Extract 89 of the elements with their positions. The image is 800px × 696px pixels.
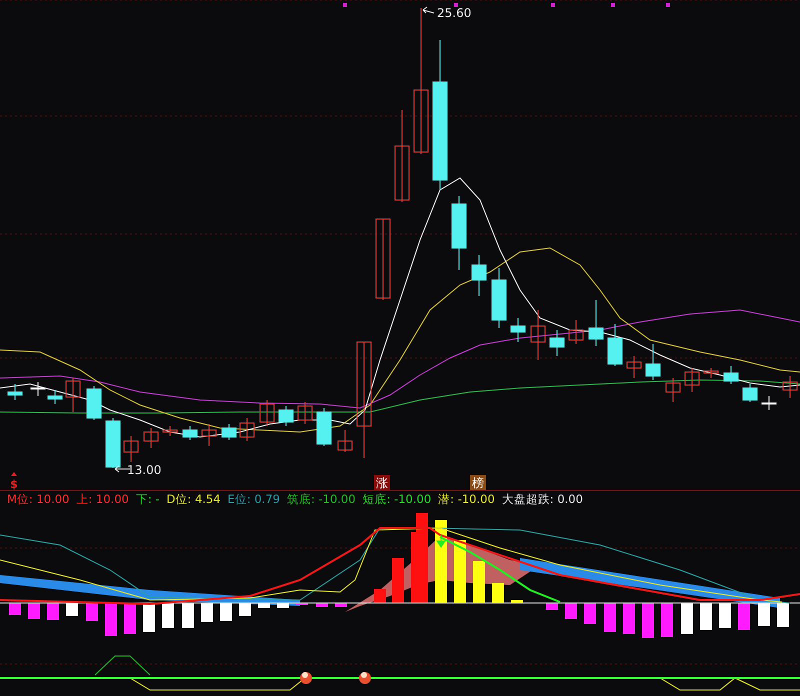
candlestick (260, 400, 274, 426)
legend-item: M位: 10.00 (7, 492, 70, 506)
candlestick (66, 378, 80, 412)
histogram-bar (473, 561, 485, 603)
candlestick (666, 378, 680, 402)
candlestick (48, 390, 62, 404)
candlestick (222, 424, 236, 440)
histogram-bar (681, 603, 693, 634)
histogram-bar (66, 603, 78, 616)
histogram-bar (454, 540, 466, 603)
candlestick (162, 426, 178, 436)
candlestick (30, 382, 46, 396)
histogram-bar (758, 603, 770, 626)
histogram-bar (335, 603, 347, 607)
down-arrow-icon (436, 534, 446, 548)
candlestick (782, 376, 798, 398)
caret-icon (11, 472, 17, 476)
low-price-label: 13.00 (127, 463, 162, 477)
histogram-bar (105, 603, 117, 636)
legend-item: E位: 0.79 (228, 492, 280, 506)
histogram-bar (642, 603, 654, 638)
candlestick (182, 426, 198, 440)
candlestick (8, 384, 22, 400)
signal-badge: 榜 (470, 475, 486, 490)
candlestick (202, 424, 216, 446)
histogram-bar (28, 603, 40, 619)
histogram-bar (201, 603, 213, 622)
candlestick (684, 368, 700, 392)
candlestick (704, 368, 718, 378)
legend-item: D位: 4.54 (166, 492, 221, 506)
histogram-bar (124, 603, 136, 634)
histogram-bar (492, 583, 504, 603)
histogram-bar (220, 603, 232, 621)
histogram-bar (182, 603, 194, 628)
histogram-bar (277, 603, 289, 608)
histogram-bar (661, 603, 673, 637)
candlestick (124, 436, 138, 462)
legend-item: 上: 10.00 (76, 492, 129, 506)
histogram-bar (316, 603, 328, 607)
histogram-bar (700, 603, 712, 630)
signal-badge: 涨 (374, 475, 390, 490)
candlestick (86, 386, 102, 420)
histogram-bar (511, 600, 523, 603)
signal-marker: $ (10, 478, 18, 490)
arrow-icon (422, 6, 434, 14)
candlestick (240, 418, 254, 442)
legend-item: 大盘超跌: 0.00 (502, 492, 583, 506)
histogram-bar (47, 603, 59, 620)
histogram-bar (604, 603, 616, 632)
histogram-bar (86, 603, 98, 621)
candlestick (106, 418, 120, 468)
candlestick (608, 324, 622, 366)
candlestick (338, 430, 352, 452)
histogram-bar (374, 589, 386, 603)
candlestick (724, 366, 738, 384)
histogram-bar (162, 603, 174, 628)
candlestick (278, 406, 294, 426)
histogram-bar (143, 603, 155, 632)
candlestick (144, 428, 158, 448)
ball-icon (359, 672, 371, 684)
candlestick (762, 396, 776, 410)
histogram-bar (239, 603, 251, 616)
candlestick (316, 408, 332, 446)
candlestick (492, 268, 506, 328)
histogram-bar (777, 603, 789, 627)
candlestick (568, 320, 584, 344)
candlestick (550, 330, 564, 356)
candlestick (530, 310, 546, 360)
candlestick (588, 300, 604, 346)
candlestick (626, 356, 642, 378)
candlestick (472, 254, 486, 296)
histogram-bar (565, 603, 577, 619)
histogram-bar (738, 603, 750, 630)
histogram-bar (584, 603, 596, 624)
histogram-bar (258, 603, 270, 608)
candlestick (510, 318, 526, 342)
candlestick (742, 384, 758, 402)
legend-item: 下: - (136, 492, 160, 506)
legend-item: 筑底: -10.00 (286, 492, 356, 506)
candlestick (646, 344, 660, 380)
histogram-bar (392, 558, 404, 603)
legend-item: 潜: -10.00 (438, 492, 495, 506)
high-price-label: 25.60 (437, 6, 472, 20)
histogram-bar (719, 603, 731, 628)
histogram-bar (623, 603, 635, 634)
ball-icon (300, 672, 312, 684)
histogram-bar (9, 603, 21, 615)
candlestick (298, 402, 312, 424)
legend-item: 短底: -10.00 (362, 492, 432, 506)
